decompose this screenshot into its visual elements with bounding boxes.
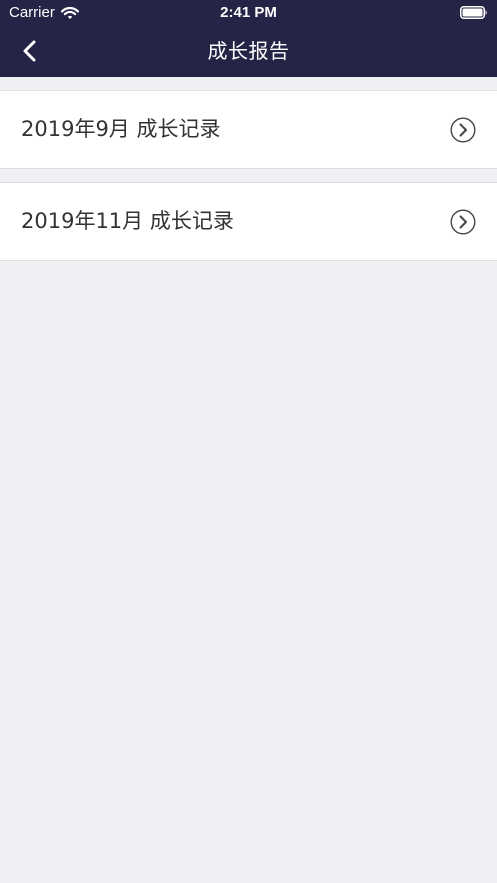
report-list: 2019年9月 成长记录 2019年11月 成长记录	[0, 90, 497, 261]
report-row-2019-11[interactable]: 2019年11月 成长记录	[0, 182, 497, 261]
page-title: 成长报告	[207, 39, 290, 63]
report-row-label: 2019年11月 成长记录	[21, 209, 234, 233]
report-row-label: 2019年9月 成长记录	[21, 117, 221, 141]
chevron-right-circle-icon	[450, 209, 476, 235]
navigation-bar: 成长报告	[0, 26, 497, 77]
growth-report-screen: Carrier 2:41 PM 成长报告 2019年9月 成长记录 2019年1…	[0, 0, 497, 883]
header: Carrier 2:41 PM 成长报告	[0, 0, 497, 77]
chevron-right-circle-icon	[450, 117, 476, 143]
report-row-2019-09[interactable]: 2019年9月 成长记录	[0, 90, 497, 169]
status-bar: Carrier 2:41 PM	[0, 0, 497, 26]
battery-full-icon	[460, 6, 487, 19]
status-time: 2:41 PM	[220, 4, 277, 21]
